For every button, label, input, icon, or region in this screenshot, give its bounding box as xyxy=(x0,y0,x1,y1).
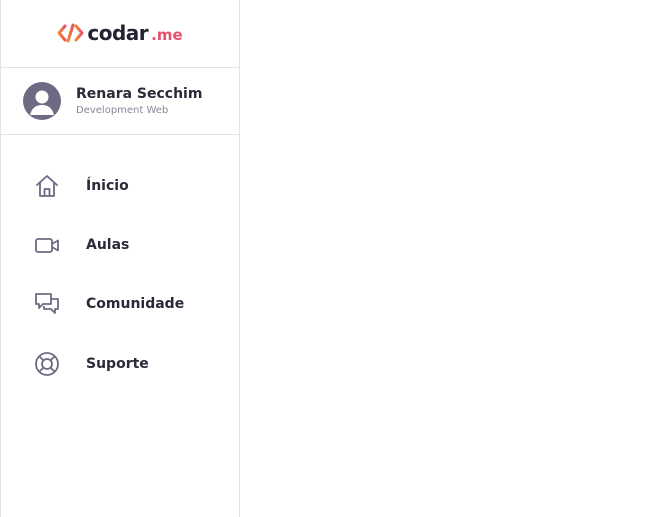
sidebar-item-aulas[interactable]: Aulas xyxy=(1,215,239,274)
user-avatar-icon xyxy=(23,82,61,120)
sidebar-item-comunidade[interactable]: Comunidade xyxy=(1,274,239,333)
sidebar-nav: Ínicio Aulas Comunidade Suporte xyxy=(1,135,239,395)
brand-logo[interactable]: codar .me xyxy=(57,20,183,45)
code-brackets-icon xyxy=(57,22,85,44)
sidebar-item-label: Ínicio xyxy=(86,177,129,194)
sidebar-item-label: Aulas xyxy=(86,236,130,253)
home-icon xyxy=(33,172,61,200)
sidebar-item-label: Suporte xyxy=(86,356,149,372)
sidebar-item-inicio[interactable]: Ínicio xyxy=(1,156,239,215)
sidebar: codar .me Renara Secchim Development Web xyxy=(0,0,240,517)
user-profile[interactable]: Renara Secchim Development Web xyxy=(1,68,239,135)
app: codar .me Renara Secchim Development Web xyxy=(0,0,659,517)
user-name: Renara Secchim xyxy=(76,85,203,102)
sidebar-item-suporte[interactable]: Suporte xyxy=(1,333,239,395)
main-content xyxy=(240,0,659,517)
video-camera-icon xyxy=(33,231,61,259)
user-role: Development Web xyxy=(76,104,169,116)
brand-tld: .me xyxy=(151,25,183,44)
lifebuoy-icon xyxy=(33,350,61,378)
user-info: Renara Secchim Development Web xyxy=(76,85,202,118)
chat-bubbles-icon xyxy=(33,290,61,318)
brand-name: codar xyxy=(87,20,149,45)
sidebar-item-label: Comunidade xyxy=(86,295,185,312)
logo-area: codar .me xyxy=(1,0,239,68)
